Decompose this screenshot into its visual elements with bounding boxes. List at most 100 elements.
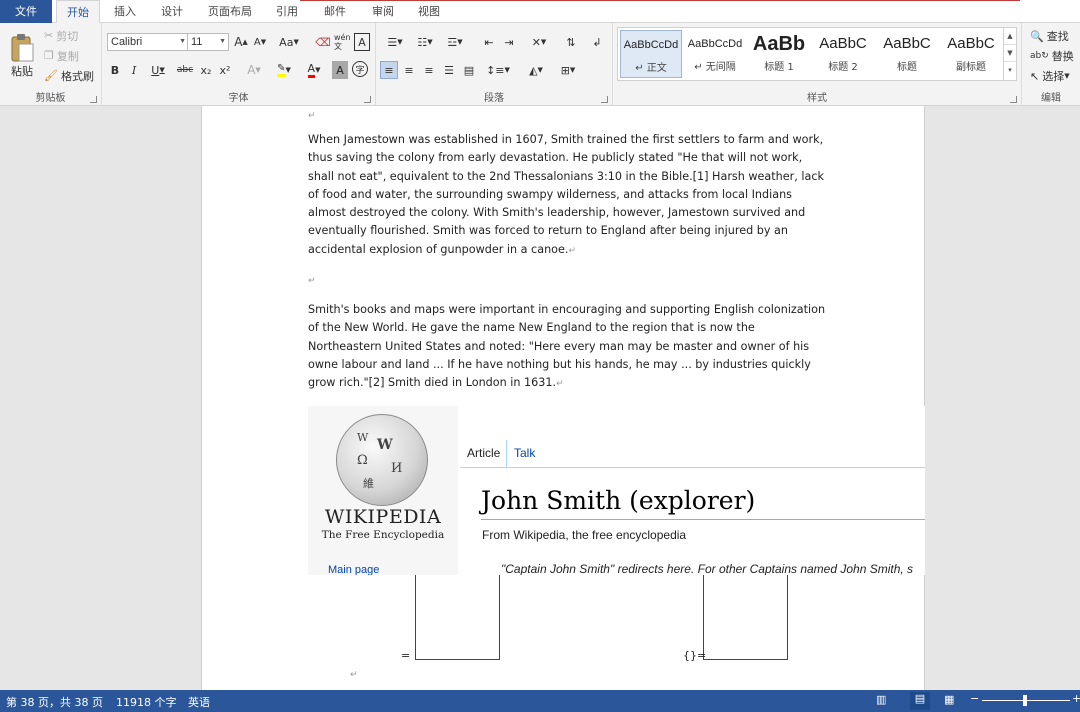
character-border-button[interactable]: A <box>354 33 370 51</box>
bullets-button[interactable]: ☰ ▼ <box>382 33 408 51</box>
numbering-button[interactable]: ☷ ▼ <box>412 33 438 51</box>
style-normal[interactable]: AaBbCcDd ↵ 正文 <box>620 30 682 78</box>
italic-button[interactable]: I <box>127 61 141 79</box>
print-layout-icon[interactable]: ▤ <box>910 692 930 710</box>
font-size-value: 11 <box>191 36 203 48</box>
empty-paragraph-mark: ↵ <box>350 670 358 680</box>
phonetic-guide-button[interactable]: wén 文 <box>334 31 352 53</box>
align-right-button[interactable]: ≡ <box>420 61 438 79</box>
styles-gallery-scroll[interactable]: ▲ ▼ ▾ <box>1003 27 1017 81</box>
font-group-label: 字体 <box>228 93 249 104</box>
sort-az-icon: ⇅ <box>566 35 576 49</box>
menu-bar: 文件 开始 插入 设计 页面布局 引用 邮件 审阅 视图 <box>0 0 1080 24</box>
align-right-icon: ≡ <box>424 63 434 77</box>
zoom-out-icon[interactable]: − <box>970 692 979 705</box>
format-painter-button[interactable]: 🖌 格式刷 <box>44 67 94 84</box>
underline-button[interactable]: U ▼ <box>147 61 169 79</box>
read-mode-icon[interactable]: ▥ <box>876 693 886 706</box>
cut-button[interactable]: ✂ 剪切 <box>44 27 78 44</box>
style-subtitle[interactable]: AaBbC 副标题 <box>940 30 1002 78</box>
subscript-button[interactable]: x₂ <box>198 61 214 79</box>
expand-gallery-icon[interactable]: ▾ <box>1004 62 1016 79</box>
font-group: Calibri ▼ 11 ▼ A ▲ A ▼ Aa ▼ ⌫ wén 文 A B I U ▼ … <box>102 23 376 106</box>
border-grid-icon: ⊞ <box>560 63 570 77</box>
chevron-up-icon[interactable]: ▲ <box>1004 28 1016 45</box>
bold-button[interactable]: B <box>108 61 122 79</box>
font-size-combo[interactable]: 11 ▼ <box>187 33 229 51</box>
zoom-slider-thumb[interactable] <box>1023 695 1027 706</box>
style-title[interactable]: AaBbC 标题 <box>876 30 938 78</box>
font-launcher-icon[interactable] <box>364 96 371 103</box>
enclose-characters-button[interactable]: 字 <box>352 61 368 77</box>
clear-formatting-icon[interactable]: ⌫ <box>314 33 332 51</box>
show-marks-button[interactable]: ↲ <box>588 33 606 51</box>
wiki-nav-main-page[interactable]: Main page <box>328 564 379 575</box>
paragraph-jamestown[interactable]: When Jamestown was established in 1607, … <box>308 131 828 260</box>
language-indicator[interactable]: 英语 <box>188 694 210 710</box>
find-button[interactable]: 🔍 查找 <box>1030 27 1069 45</box>
image-frame-left[interactable] <box>415 575 500 660</box>
wiki-tab-talk[interactable]: Talk <box>514 446 535 460</box>
tab-references[interactable]: 引用 <box>266 0 308 23</box>
font-name-value: Calibri <box>111 36 143 48</box>
clipboard-launcher-icon[interactable] <box>90 96 97 103</box>
zoom-in-icon[interactable]: + <box>1072 692 1080 705</box>
embedded-wikipedia-image[interactable]: W W Ω И 維 WIKIPEDIA The Free Encyclopedi… <box>308 406 925 575</box>
strikethrough-button[interactable]: abc <box>174 61 196 79</box>
font-color-button[interactable]: A ▼ <box>302 61 326 79</box>
decrease-indent-button[interactable]: ⇤ <box>480 33 498 51</box>
replace-button[interactable]: ab↻ 替换 <box>1030 47 1074 65</box>
line-spacing-button[interactable]: ↕≡ ▼ <box>484 61 512 79</box>
select-button[interactable]: ↖ 选择 ▼ <box>1030 67 1070 85</box>
sort-button[interactable]: ⇅ <box>562 33 580 51</box>
style-heading-1[interactable]: AaBb 标题 1 <box>748 30 810 78</box>
web-layout-icon[interactable]: ▦ <box>944 693 954 706</box>
word-count[interactable]: 11918 个字 <box>116 694 177 710</box>
distributed-button[interactable]: ▤ <box>460 61 478 79</box>
field-code-right: {}= <box>683 649 707 662</box>
tab-home[interactable]: 开始 <box>56 0 100 24</box>
wiki-title-divider <box>481 519 925 520</box>
paragraph-launcher-icon[interactable] <box>601 96 608 103</box>
change-case-button[interactable]: Aa ▼ <box>276 33 302 51</box>
tab-page-layout[interactable]: 页面布局 <box>200 0 260 23</box>
tab-insert[interactable]: 插入 <box>104 0 146 23</box>
multilevel-list-button[interactable]: ☲ ▼ <box>442 33 468 51</box>
tab-file[interactable]: 文件 <box>0 0 52 23</box>
align-center-button[interactable]: ≡ <box>400 61 418 79</box>
wiki-tabs: Article Talk <box>460 436 925 468</box>
superscript-button[interactable]: x² <box>217 61 233 79</box>
style-heading-2[interactable]: AaBbC 标题 2 <box>812 30 874 78</box>
copy-button[interactable]: ❐ 复制 <box>44 47 79 64</box>
shading-button[interactable]: ◭ ▼ <box>522 61 550 79</box>
document-page[interactable]: ↵ When Jamestown was established in 1607… <box>201 106 925 690</box>
text-effects-button[interactable]: A ▼ <box>242 61 266 79</box>
copy-icon: ❐ <box>44 49 54 62</box>
chevron-down-icon[interactable]: ▼ <box>1004 45 1016 62</box>
style-no-spacing[interactable]: AaBbCcDd ↵ 无间隔 <box>684 30 746 78</box>
styles-launcher-icon[interactable] <box>1010 96 1017 103</box>
grow-font-button[interactable]: A ▲ <box>233 33 249 51</box>
image-frame-right[interactable] <box>703 575 788 660</box>
tab-mailings[interactable]: 邮件 <box>314 0 356 23</box>
shrink-font-button[interactable]: A ▼ <box>252 33 268 51</box>
justify-button[interactable]: ☰ <box>440 61 458 79</box>
paste-button[interactable]: 粘贴 <box>4 27 40 85</box>
outdent-icon: ⇤ <box>484 35 494 49</box>
wiki-tab-article[interactable]: Article <box>467 446 500 460</box>
chevron-down-icon: ▼ <box>219 38 226 45</box>
highlight-button[interactable]: ✎ ▼ <box>272 61 296 79</box>
tab-review[interactable]: 审阅 <box>362 0 404 23</box>
cut-label: 剪切 <box>56 29 79 43</box>
character-shading-button[interactable]: A <box>332 61 348 79</box>
page-count[interactable]: 第 38 页，共 38 页 <box>6 694 103 710</box>
font-name-combo[interactable]: Calibri ▼ <box>107 33 189 51</box>
paragraph-books-maps[interactable]: Smith's books and maps were important in… <box>308 301 828 393</box>
tab-design[interactable]: 设计 <box>150 0 194 23</box>
tab-view[interactable]: 视图 <box>408 0 450 23</box>
wiki-from-line: From Wikipedia, the free encyclopedia <box>482 528 687 542</box>
increase-indent-button[interactable]: ⇥ <box>500 33 518 51</box>
align-left-button[interactable]: ≡ <box>380 61 398 79</box>
asian-layout-button[interactable]: ✕ ▼ <box>526 33 552 51</box>
borders-button[interactable]: ⊞ ▼ <box>554 61 582 79</box>
